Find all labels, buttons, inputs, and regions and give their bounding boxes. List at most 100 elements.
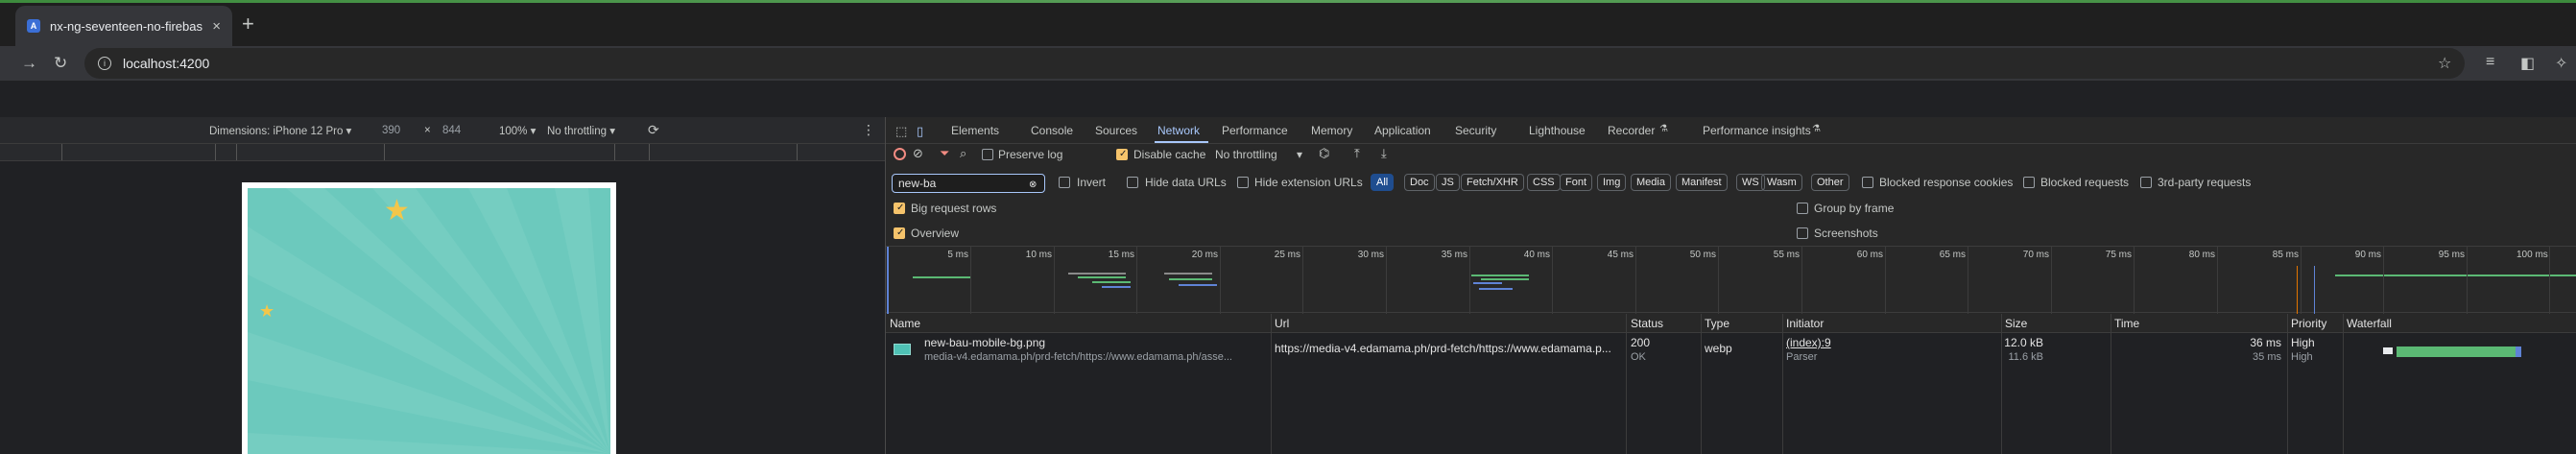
browser-tab[interactable]: A nx-ng-seventeen-no-firebase × (15, 6, 232, 46)
overview-tick-label: 95 ms (2438, 250, 2465, 260)
filter-type-other[interactable]: Other (1811, 174, 1849, 191)
disable-cache-checkbox[interactable] (1116, 149, 1128, 160)
overview-tick-label: 45 ms (1607, 250, 1634, 260)
inspect-element-icon[interactable]: ⬚ (895, 124, 907, 139)
column-status[interactable]: Status (1631, 317, 1663, 330)
blocked-cookies-label: Blocked response cookies (1879, 176, 2014, 189)
tab-recorder[interactable]: Recorder (1608, 124, 1655, 137)
new-tab-button[interactable]: + (242, 12, 254, 36)
record-icon[interactable] (894, 148, 906, 160)
overview-tick-label: 90 ms (2354, 250, 2381, 260)
filter-type-font[interactable]: Font (1560, 174, 1593, 191)
column-size[interactable]: Size (2005, 317, 2027, 330)
overview-tick-label: 5 ms (947, 250, 968, 260)
column-waterfall[interactable]: Waterfall (2347, 317, 2392, 330)
request-initiator-link[interactable]: (index):9 (1786, 336, 1831, 349)
overview-gridline (1885, 247, 1886, 314)
reading-list-icon[interactable]: ≡ (2486, 54, 2494, 71)
screenshots-checkbox[interactable] (1797, 227, 1808, 239)
tab-elements[interactable]: Elements (951, 124, 999, 137)
overview-gridline (1801, 247, 1802, 314)
request-resource-size: 11.6 kB (2008, 351, 2044, 363)
filter-type-img[interactable]: Img (1597, 174, 1627, 191)
tab-performance[interactable]: Performance (1222, 124, 1288, 137)
address-bar[interactable]: i localhost:4200 (84, 48, 2465, 79)
import-har-icon[interactable]: ⤒ (1354, 146, 1360, 161)
filter-type-js[interactable]: JS (1436, 174, 1460, 191)
bookmark-star-icon[interactable]: ☆ (2438, 54, 2451, 73)
blocked-requests-checkbox[interactable] (2023, 177, 2035, 188)
throttling-chevron-icon[interactable]: ▾ (1297, 148, 1302, 161)
network-conditions-icon[interactable]: ⌬ (1319, 146, 1329, 161)
overview-gridline (970, 247, 971, 314)
hide-extension-urls-checkbox[interactable] (1237, 177, 1249, 188)
tab-security[interactable]: Security (1455, 124, 1496, 137)
rotate-icon[interactable]: ⟳ (648, 122, 659, 138)
column-url[interactable]: Url (1275, 317, 1289, 330)
column-time[interactable]: Time (2114, 317, 2139, 330)
hide-data-urls-checkbox[interactable] (1127, 177, 1138, 188)
network-toolbar: ⊘ ⏷ ⌕ Preserve log Disable cache No thro… (886, 146, 2576, 167)
tab-close-icon[interactable]: × (212, 18, 221, 35)
network-overview-timeline[interactable]: 5 ms 10 ms 15 ms 20 ms 25 ms 30 ms 35 ms 40 ms 4… (886, 246, 2576, 314)
preserve-log-checkbox[interactable] (982, 149, 993, 160)
overview-tick-label: 20 ms (1191, 250, 1218, 260)
invert-checkbox[interactable] (1059, 177, 1070, 188)
overview-tick-label: 10 ms (1025, 250, 1052, 260)
overview-request-bar (1068, 273, 1126, 275)
tab-performance-insights[interactable]: Performance insights (1703, 124, 1811, 137)
extensions-icon[interactable]: ✧ (2555, 54, 2567, 73)
filter-type-fetch-xhr[interactable]: Fetch/XHR (1461, 174, 1524, 191)
third-party-checkbox[interactable] (2140, 177, 2152, 188)
overview-selection-handle[interactable] (887, 247, 889, 314)
request-size: 12.0 kB (2004, 336, 2043, 349)
overview-tick-label: 35 ms (1441, 250, 1467, 260)
column-type[interactable]: Type (1705, 317, 1729, 330)
export-har-icon[interactable]: ⤓ (1381, 146, 1387, 161)
filter-type-all[interactable]: All (1371, 174, 1395, 191)
table-row[interactable]: new-bau-mobile-bg.png media-v4.edamama.p… (886, 334, 2576, 372)
device-width-input[interactable]: 390 (382, 125, 400, 136)
search-icon[interactable]: ⌕ (960, 146, 966, 161)
overview-checkbox[interactable] (894, 227, 905, 239)
network-throttling-select[interactable]: No throttling (1215, 148, 1277, 161)
tab-lighthouse[interactable]: Lighthouse (1529, 124, 1586, 137)
filter-type-wasm[interactable]: Wasm (1761, 174, 1802, 191)
tab-network[interactable]: Network (1157, 124, 1200, 137)
device-height-input[interactable]: 844 (442, 125, 461, 136)
big-request-rows-label: Big request rows (911, 202, 997, 215)
invert-label: Invert (1077, 176, 1107, 189)
filter-type-manifest[interactable]: Manifest (1676, 174, 1728, 191)
request-time: 36 ms (2250, 336, 2281, 349)
group-by-frame-checkbox[interactable] (1797, 203, 1808, 214)
device-dimensions-select[interactable]: Dimensions: iPhone 12 Pro ▾ (209, 124, 351, 137)
clear-icon[interactable]: ⊘ (913, 146, 923, 161)
column-name[interactable]: Name (890, 317, 920, 330)
device-toolbar-toggle-icon[interactable]: ▯ (917, 124, 923, 139)
filter-type-doc[interactable]: Doc (1404, 174, 1435, 191)
device-more-options-icon[interactable]: ⋮ (862, 122, 875, 138)
blocked-cookies-checkbox[interactable] (1862, 177, 1873, 188)
zoom-select[interactable]: 100% ▾ (499, 124, 536, 137)
filter-type-media[interactable]: Media (1631, 174, 1671, 191)
tab-console[interactable]: Console (1031, 124, 1073, 137)
big-request-rows-checkbox[interactable] (894, 203, 905, 214)
overview-gridline (1302, 247, 1303, 314)
device-throttling-select[interactable]: No throttling ▾ (547, 124, 615, 137)
column-priority[interactable]: Priority (2291, 317, 2326, 330)
filter-icon[interactable]: ⏷ (940, 146, 949, 161)
filter-type-css[interactable]: CSS (1527, 174, 1561, 191)
filter-input[interactable]: new-ba ⊗ (892, 174, 1045, 193)
reload-icon[interactable]: ↻ (54, 54, 67, 73)
forward-arrow-icon[interactable]: → (21, 54, 37, 73)
sunburst-rays (248, 188, 610, 454)
side-panel-icon[interactable]: ◧ (2520, 54, 2535, 73)
tab-sources[interactable]: Sources (1095, 124, 1137, 137)
clear-filter-icon[interactable]: ⊗ (1029, 177, 1037, 194)
tab-application[interactable]: Application (1374, 124, 1431, 137)
overview-gridline (1220, 247, 1221, 314)
tab-memory[interactable]: Memory (1311, 124, 1352, 137)
site-info-icon[interactable]: i (98, 57, 111, 70)
column-initiator[interactable]: Initiator (1786, 317, 1824, 330)
emulated-device-screen[interactable]: ★ ★ (242, 182, 616, 454)
